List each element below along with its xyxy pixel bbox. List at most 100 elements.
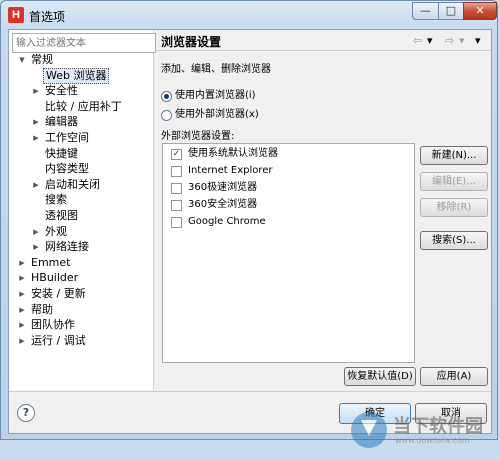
collapsed-arrow-icon[interactable]: ▶: [17, 286, 27, 302]
window-title: 首选项: [29, 10, 66, 24]
use-internal-browser-label: 使用内置浏览器(i): [175, 90, 256, 101]
tree-item[interactable]: ▶ 安装 / 更新: [9, 286, 153, 302]
expanded-arrow-icon[interactable]: ▼: [17, 52, 27, 68]
tree-item-label: 帮助: [31, 302, 53, 316]
remove-browser-button[interactable]: 移除(R): [420, 198, 488, 217]
browser-name: 360安全浏览器: [188, 199, 258, 210]
collapsed-arrow-icon: [31, 99, 41, 115]
collapsed-arrow-icon[interactable]: ▶: [17, 255, 27, 271]
downxia-logo-icon: [351, 412, 387, 448]
use-external-browser-label: 使用外部浏览器(x): [175, 109, 259, 120]
browser-list-item[interactable]: ✓ 使用系统默认浏览器: [167, 146, 407, 162]
hbuilder-app-icon: H: [8, 7, 24, 23]
close-button[interactable]: ✕: [463, 2, 497, 20]
preferences-window: H 首选项 — □ ✕ ▼常规Web 浏览器▶安全性比较 / 应用补丁▶编辑器▶…: [0, 0, 498, 448]
tree-item[interactable]: ▶ 启动和关闭: [9, 177, 153, 193]
collapsed-arrow-icon: [31, 161, 41, 177]
dialog-client-area: ▼常规Web 浏览器▶安全性比较 / 应用补丁▶编辑器▶工作空间快捷键内容类型▶…: [8, 29, 492, 448]
search-browser-button[interactable]: 搜索(S)...: [420, 231, 488, 250]
tree-item-label: 常规: [31, 53, 53, 66]
tree-item-label: 安装 / 更新: [31, 287, 86, 300]
page-navigation: ⇦ ▾ ⇨ ▾ ▾: [413, 34, 485, 48]
checkbox-unchecked-icon[interactable]: [171, 200, 182, 211]
apply-button[interactable]: 应用(A): [420, 367, 488, 386]
tree-item[interactable]: 比较 / 应用补丁: [9, 99, 153, 115]
tree-item[interactable]: 快捷键: [9, 146, 153, 162]
collapsed-arrow-icon[interactable]: ▶: [31, 224, 41, 240]
preferences-navigation-pane: ▼常规Web 浏览器▶安全性比较 / 应用补丁▶编辑器▶工作空间快捷键内容类型▶…: [9, 30, 156, 390]
browser-list-item[interactable]: 360极速浏览器: [167, 180, 407, 196]
tree-item-label: 启动和关闭: [45, 177, 100, 191]
back-arrow-icon[interactable]: ⇦: [413, 34, 422, 48]
browser-list-item[interactable]: 360安全浏览器: [167, 197, 407, 213]
collapsed-arrow-icon: [31, 68, 41, 84]
tree-item[interactable]: ▶ 帮助: [9, 302, 153, 318]
new-browser-button[interactable]: 新建(N)...: [420, 146, 488, 165]
watermark-name: 当下软件园: [393, 416, 483, 437]
maximize-button[interactable]: □: [438, 2, 464, 20]
tree-item-label: 快捷键: [45, 146, 78, 160]
tree-item[interactable]: ▶ 工作空间: [9, 130, 153, 146]
downxia-watermark: 当下软件园 www.downxia.com: [351, 410, 483, 460]
tree-item[interactable]: ▶ 安全性: [9, 83, 153, 99]
tree-item[interactable]: ▶ 编辑器: [9, 114, 153, 130]
tree-item-label: 编辑器: [45, 115, 78, 129]
collapsed-arrow-icon[interactable]: ▶: [17, 270, 27, 286]
tree-item[interactable]: ▶ HBuilder: [9, 270, 153, 286]
footer-divider: [9, 391, 491, 392]
edit-browser-button[interactable]: 编辑(E)...: [420, 172, 488, 191]
filter-input[interactable]: [12, 33, 156, 53]
collapsed-arrow-icon[interactable]: ▶: [31, 239, 41, 255]
tree-item[interactable]: ▶ 团队协作: [9, 317, 153, 333]
collapsed-arrow-icon: [31, 146, 41, 162]
minimize-button[interactable]: —: [412, 2, 439, 20]
checkbox-unchecked-icon[interactable]: [171, 217, 182, 228]
tree-item[interactable]: 内容类型: [9, 161, 153, 177]
collapsed-arrow-icon[interactable]: ▶: [17, 317, 27, 333]
tree-item[interactable]: 搜索: [9, 192, 153, 208]
title-bar[interactable]: H 首选项 — □ ✕: [1, 1, 497, 29]
checkbox-unchecked-icon[interactable]: [171, 183, 182, 194]
tree-item[interactable]: Web 浏览器: [9, 67, 153, 84]
browser-name: Google Chrome: [188, 216, 266, 227]
page-description: 添加、编辑、删除浏览器: [161, 64, 271, 75]
tree-item-label: 比较 / 应用补丁: [45, 99, 122, 113]
collapsed-arrow-icon: [31, 192, 41, 208]
forward-arrow-icon[interactable]: ⇨: [445, 34, 454, 48]
tree-item[interactable]: ▶ 运行 / 调试: [9, 333, 153, 349]
checkbox-unchecked-icon[interactable]: [171, 166, 182, 177]
view-menu-icon[interactable]: ▾: [475, 34, 481, 48]
browser-list-item[interactable]: Internet Explorer: [167, 163, 407, 179]
back-menu-icon[interactable]: ▾: [427, 34, 433, 48]
collapsed-arrow-icon[interactable]: ▶: [17, 302, 27, 318]
collapsed-arrow-icon: [31, 208, 41, 224]
radio-checked-icon[interactable]: [161, 91, 172, 102]
tree-item[interactable]: 透视图: [9, 208, 153, 224]
watermark-url: www.downxia.com: [395, 436, 470, 445]
tree-item[interactable]: ▶ Emmet: [9, 255, 153, 271]
tree-item-label: 安全性: [45, 84, 78, 98]
collapsed-arrow-icon[interactable]: ▶: [31, 130, 41, 146]
tree-item[interactable]: ▶ 网络连接: [9, 239, 153, 255]
tree-item[interactable]: ▶ 外观: [9, 224, 153, 240]
collapsed-arrow-icon[interactable]: ▶: [31, 114, 41, 130]
tree-item-label: 运行 / 调试: [31, 333, 86, 347]
tree-item-label: 内容类型: [45, 162, 89, 176]
external-browser-list[interactable]: ✓ 使用系统默认浏览器 Internet Explorer 360极速浏览器 360安全…: [162, 143, 415, 363]
external-browser-settings-label: 外部浏览器设置:: [161, 131, 235, 142]
browser-name: 使用系统默认浏览器: [188, 148, 278, 159]
restore-defaults-button[interactable]: 恢复默认值(D): [344, 367, 416, 386]
tree-item-label: Web 浏览器: [43, 67, 110, 84]
collapsed-arrow-icon[interactable]: ▶: [31, 83, 41, 99]
tree-item[interactable]: ▼ 常规: [9, 52, 153, 68]
radio-unchecked-icon[interactable]: [161, 110, 172, 121]
browser-list-item[interactable]: Google Chrome: [167, 214, 407, 230]
forward-menu-icon[interactable]: ▾: [459, 34, 465, 48]
tree-item-label: 外观: [45, 224, 67, 238]
collapsed-arrow-icon[interactable]: ▶: [31, 177, 41, 193]
browser-settings-page: 浏览器设置 ⇦ ▾ ⇨ ▾ ▾ 添加、编辑、删除浏览器 使用内置浏览器(i) 使…: [154, 30, 491, 390]
tree-item-label: 网络连接: [45, 240, 89, 254]
help-icon[interactable]: ?: [17, 404, 35, 422]
collapsed-arrow-icon[interactable]: ▶: [17, 333, 27, 349]
checkbox-checked-icon[interactable]: ✓: [171, 149, 182, 160]
